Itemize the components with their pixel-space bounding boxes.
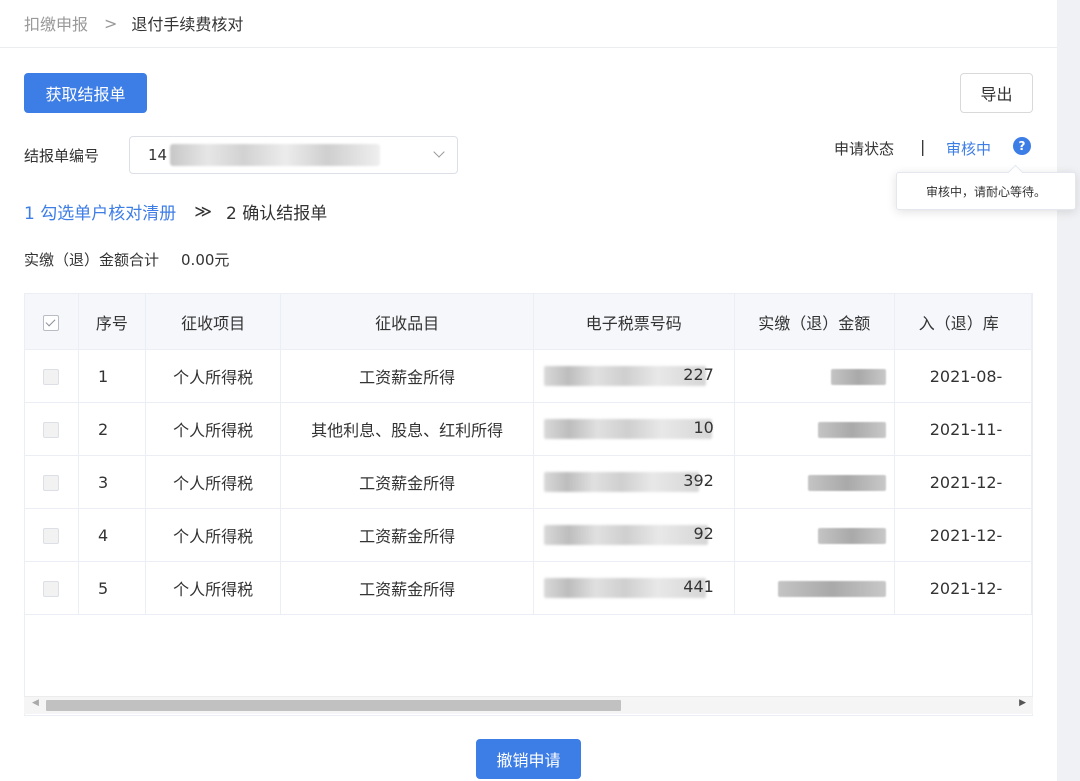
row-checkbox[interactable]: [43, 369, 60, 385]
scroll-right-icon[interactable]: ▶: [1019, 698, 1026, 708]
row-item: 个人所得税: [145, 455, 282, 509]
redacted-value: [543, 366, 706, 386]
status-label: 申请状态: [834, 140, 895, 158]
steps-indicator: 1 勾选单户核对清册 ≫ 2 确认结报单: [24, 199, 328, 225]
row-item: 个人所得税: [145, 349, 282, 403]
step-2: 2 确认结报单: [226, 204, 328, 224]
chevron-down-icon: [433, 146, 445, 158]
step-1[interactable]: 1 勾选单户核对清册: [24, 199, 176, 224]
status-tooltip-text: 审核中，请耐心等待。: [925, 184, 1046, 199]
row-checkbox[interactable]: [43, 581, 60, 597]
row-date: 2021-12-: [894, 508, 1032, 562]
revoke-application-button[interactable]: 撤销申请: [476, 739, 581, 779]
horizontal-scrollbar[interactable]: ◀ ▶: [24, 696, 1033, 714]
redacted-value: [817, 528, 886, 544]
row-number: 1: [78, 349, 146, 403]
column-header: 实缴（退）金额: [734, 294, 895, 350]
column-header: 征收项目: [145, 294, 282, 350]
row-number: 5: [78, 561, 146, 615]
scroll-left-icon[interactable]: ◀: [32, 698, 39, 708]
row-item: 个人所得税: [145, 508, 282, 562]
report-number-value: 14: [148, 146, 168, 164]
total-label: 实缴（退）金额合计: [24, 251, 160, 269]
row-date: 2021-12-: [894, 561, 1032, 615]
row-number: 2: [78, 402, 146, 456]
breadcrumb-current: 退付手续费核对: [131, 15, 244, 34]
row-date: 2021-08-: [894, 349, 1032, 403]
table-row: 2 个人所得税 其他利息、股息、红利所得 10 2021-11-: [25, 402, 1032, 456]
row-amount: [734, 349, 895, 403]
column-header: 征收品目: [280, 294, 534, 350]
redacted-value: [543, 525, 708, 545]
column-header: 序号: [78, 294, 146, 350]
ticket-tail: 92: [693, 524, 714, 543]
breadcrumb: 扣缴申报 > 退付手续费核对: [24, 11, 244, 35]
total-value: 0.00元: [181, 251, 230, 269]
double-chevron-right-icon: ≫: [194, 201, 213, 222]
row-ticket: 92: [533, 508, 735, 562]
row-amount: [734, 508, 895, 562]
row-amount: [734, 455, 895, 509]
row-checkbox[interactable]: [43, 528, 60, 544]
row-category: 工资薪金所得: [280, 508, 534, 562]
ticket-tail: 227: [683, 365, 714, 384]
redacted-value: [807, 475, 886, 491]
scrollbar-thumb[interactable]: [46, 700, 621, 711]
redacted-value: [830, 369, 886, 385]
data-table: 序号 征收项目 征收品目 电子税票号码 实缴（退）金额 入（退）库 1 个人所得…: [24, 293, 1033, 716]
row-number: 3: [78, 455, 146, 509]
table-row: 5 个人所得税 工资薪金所得 441 2021-12-: [25, 561, 1032, 615]
redacted-value: [543, 578, 706, 598]
row-item: 个人所得税: [145, 402, 282, 456]
row-category: 其他利息、股息、红利所得: [280, 402, 534, 456]
row-category: 工资薪金所得: [280, 455, 534, 509]
status-tooltip: 审核中，请耐心等待。: [896, 172, 1076, 210]
select-all-cell: [25, 294, 79, 350]
row-category: 工资薪金所得: [280, 561, 534, 615]
export-button[interactable]: 导出: [960, 73, 1033, 113]
row-number: 4: [78, 508, 146, 562]
ticket-tail: 392: [683, 471, 714, 490]
row-checkbox[interactable]: [43, 475, 60, 491]
table-row: 1 个人所得税 工资薪金所得 227 2021-08-: [25, 349, 1032, 403]
row-date: 2021-12-: [894, 455, 1032, 509]
ticket-tail: 10: [693, 418, 714, 437]
redacted-value: [817, 422, 886, 438]
row-date: 2021-11-: [894, 402, 1032, 456]
row-ticket: 441: [533, 561, 735, 615]
table-row: 4 个人所得税 工资薪金所得 92 2021-12-: [25, 508, 1032, 562]
status-value[interactable]: 审核中: [946, 138, 991, 159]
chevron-right-icon: >: [104, 13, 118, 33]
status-separator: |: [920, 137, 926, 156]
row-amount: [734, 561, 895, 615]
row-amount: [734, 402, 895, 456]
row-ticket: 10: [533, 402, 735, 456]
column-header: 入（退）库: [894, 294, 1032, 350]
row-checkbox[interactable]: [43, 422, 60, 438]
redacted-value: [777, 581, 886, 597]
report-number-label: 结报单编号: [24, 147, 100, 165]
breadcrumb-root[interactable]: 扣缴申报: [24, 11, 88, 35]
refund-table: 序号 征收项目 征收品目 电子税票号码 实缴（退）金额 入（退）库 1 个人所得…: [25, 294, 1032, 615]
report-number-select[interactable]: 14: [129, 136, 458, 174]
table-row: 3 个人所得税 工资薪金所得 392 2021-12-: [25, 455, 1032, 509]
row-ticket: 392: [533, 455, 735, 509]
question-circle-icon[interactable]: ?: [1013, 137, 1031, 155]
select-all-checkbox[interactable]: [43, 314, 60, 331]
redacted-value: [543, 472, 699, 492]
row-category: 工资薪金所得: [280, 349, 534, 403]
redacted-value: [170, 144, 380, 166]
fetch-report-button[interactable]: 获取结报单: [24, 73, 147, 113]
row-item: 个人所得税: [145, 561, 282, 615]
ticket-tail: 441: [683, 577, 714, 596]
total-amount: 实缴（退）金额合计 0.00元: [24, 249, 229, 270]
column-header: 电子税票号码: [533, 294, 735, 350]
row-ticket: 227: [533, 349, 735, 403]
page-gutter: [1057, 0, 1080, 781]
redacted-value: [543, 419, 712, 439]
table-header-row: 序号 征收项目 征收品目 电子税票号码 实缴（退）金额 入（退）库: [25, 294, 1032, 350]
header-divider: [0, 47, 1057, 48]
